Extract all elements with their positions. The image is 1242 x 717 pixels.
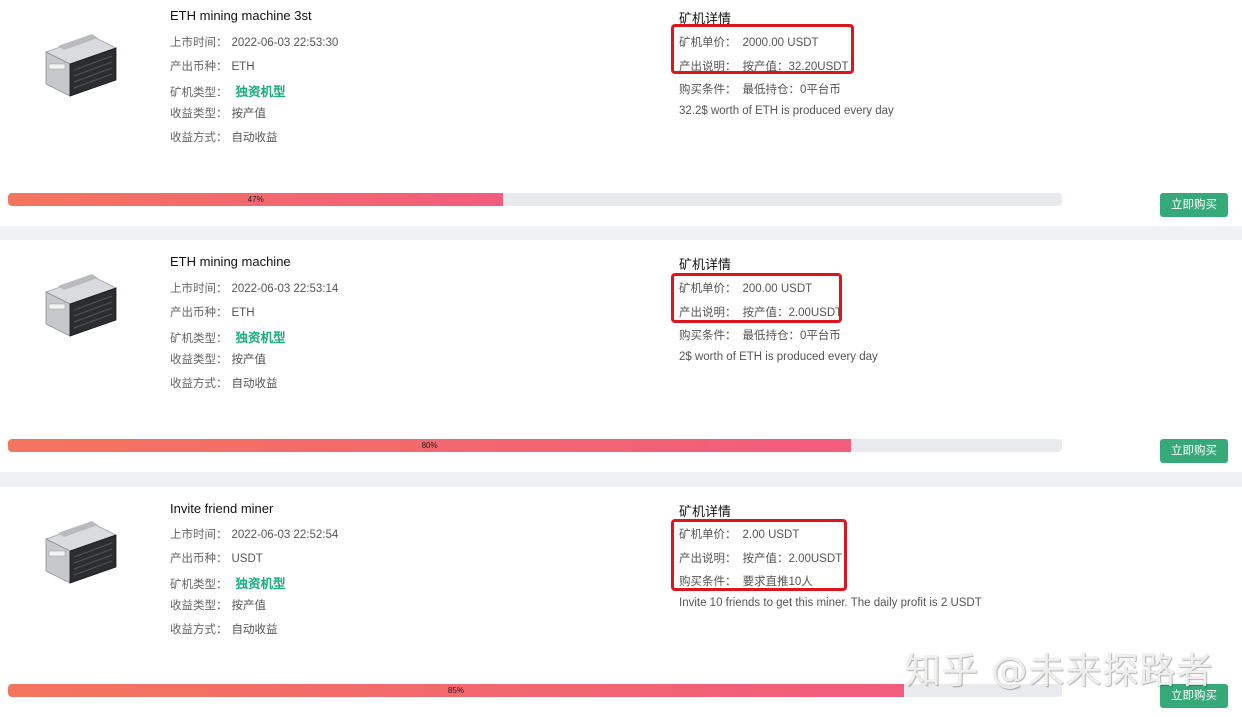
miner-type-label: 矿机类型： (170, 333, 228, 345)
listing-time-label: 上市时间： (170, 529, 228, 541)
coin-label: 产出币种： (170, 61, 228, 73)
miner-name: ETH mining machine 3st (170, 8, 312, 23)
listing-time-value: 2022-06-03 22:53:30 (231, 37, 339, 49)
listing-time-value: 2022-06-03 22:53:14 (231, 283, 339, 295)
highlight-box (671, 273, 842, 323)
progress-label: 47% (247, 195, 264, 204)
coin-value: ETH (231, 307, 255, 319)
income-method-label: 收益方式： (170, 624, 228, 636)
progress-bar: 85% (8, 684, 1062, 697)
income-method-value: 自动收益 (231, 132, 278, 144)
miner-type-value: 独资机型 (235, 577, 286, 591)
listing-time-label: 上市时间： (170, 283, 228, 295)
miner-type-value: 独资机型 (235, 85, 286, 99)
detail-title: 矿机详情 (679, 257, 732, 272)
income-type-label: 收益类型： (170, 108, 228, 120)
buy-now-button[interactable]: 立即购买 (1160, 439, 1228, 463)
listing-time-value: 2022-06-03 22:52:54 (231, 529, 339, 541)
detail-title: 矿机详情 (679, 504, 732, 519)
miner-description: 2$ worth of ETH is produced every day (679, 351, 878, 363)
miner-type-label: 矿机类型： (170, 87, 228, 99)
buy-condition-label: 购买条件： (679, 330, 737, 342)
buy-condition-value: 最低持仓：0平台币 (742, 84, 841, 96)
miner-name: Invite friend miner (170, 501, 274, 516)
income-method-value: 自动收益 (231, 378, 278, 390)
coin-label: 产出币种： (170, 553, 228, 565)
income-method-value: 自动收益 (231, 624, 278, 636)
income-type-label: 收益类型： (170, 600, 228, 612)
progress-bar: 47% (8, 193, 1062, 206)
income-type-value: 按产值 (231, 600, 267, 612)
coin-value: ETH (231, 61, 255, 73)
miner-card: ETH mining machine 上市时间： 2022-06-03 22:53… (0, 240, 1242, 472)
miner-machine-image (40, 30, 120, 102)
miner-card: ETH mining machine 3st 上市时间： 2022-06-03 2… (0, 0, 1242, 226)
highlight-box (671, 519, 847, 591)
buy-condition-label: 购买条件： (679, 84, 737, 96)
miner-machine-image (40, 270, 120, 342)
income-type-label: 收益类型： (170, 354, 228, 366)
income-type-value: 按产值 (231, 108, 267, 120)
buy-now-button[interactable]: 立即购买 (1160, 193, 1228, 217)
miner-machine-image (40, 517, 120, 589)
progress-bar: 80% (8, 439, 1062, 452)
miner-card: Invite friend miner 上市时间： 2022-06-03 22:5… (0, 487, 1242, 717)
buy-condition-value: 最低持仓：0平台币 (742, 330, 841, 342)
miner-name: ETH mining machine (170, 254, 291, 269)
income-method-label: 收益方式： (170, 378, 228, 390)
buy-now-button[interactable]: 立即购买 (1160, 684, 1228, 708)
listing-time-label: 上市时间： (170, 37, 228, 49)
income-type-value: 按产值 (231, 354, 267, 366)
progress-label: 85% (447, 686, 464, 695)
miner-description: Invite 10 friends to get this miner. The… (679, 597, 982, 609)
miner-description: 32.2$ worth of ETH is produced every day (679, 105, 894, 117)
highlight-box (671, 24, 854, 74)
progress-label: 80% (421, 441, 438, 450)
coin-label: 产出币种： (170, 307, 228, 319)
income-method-label: 收益方式： (170, 132, 228, 144)
coin-value: USDT (231, 553, 263, 565)
miner-type-value: 独资机型 (235, 331, 286, 345)
miner-type-label: 矿机类型： (170, 579, 228, 591)
